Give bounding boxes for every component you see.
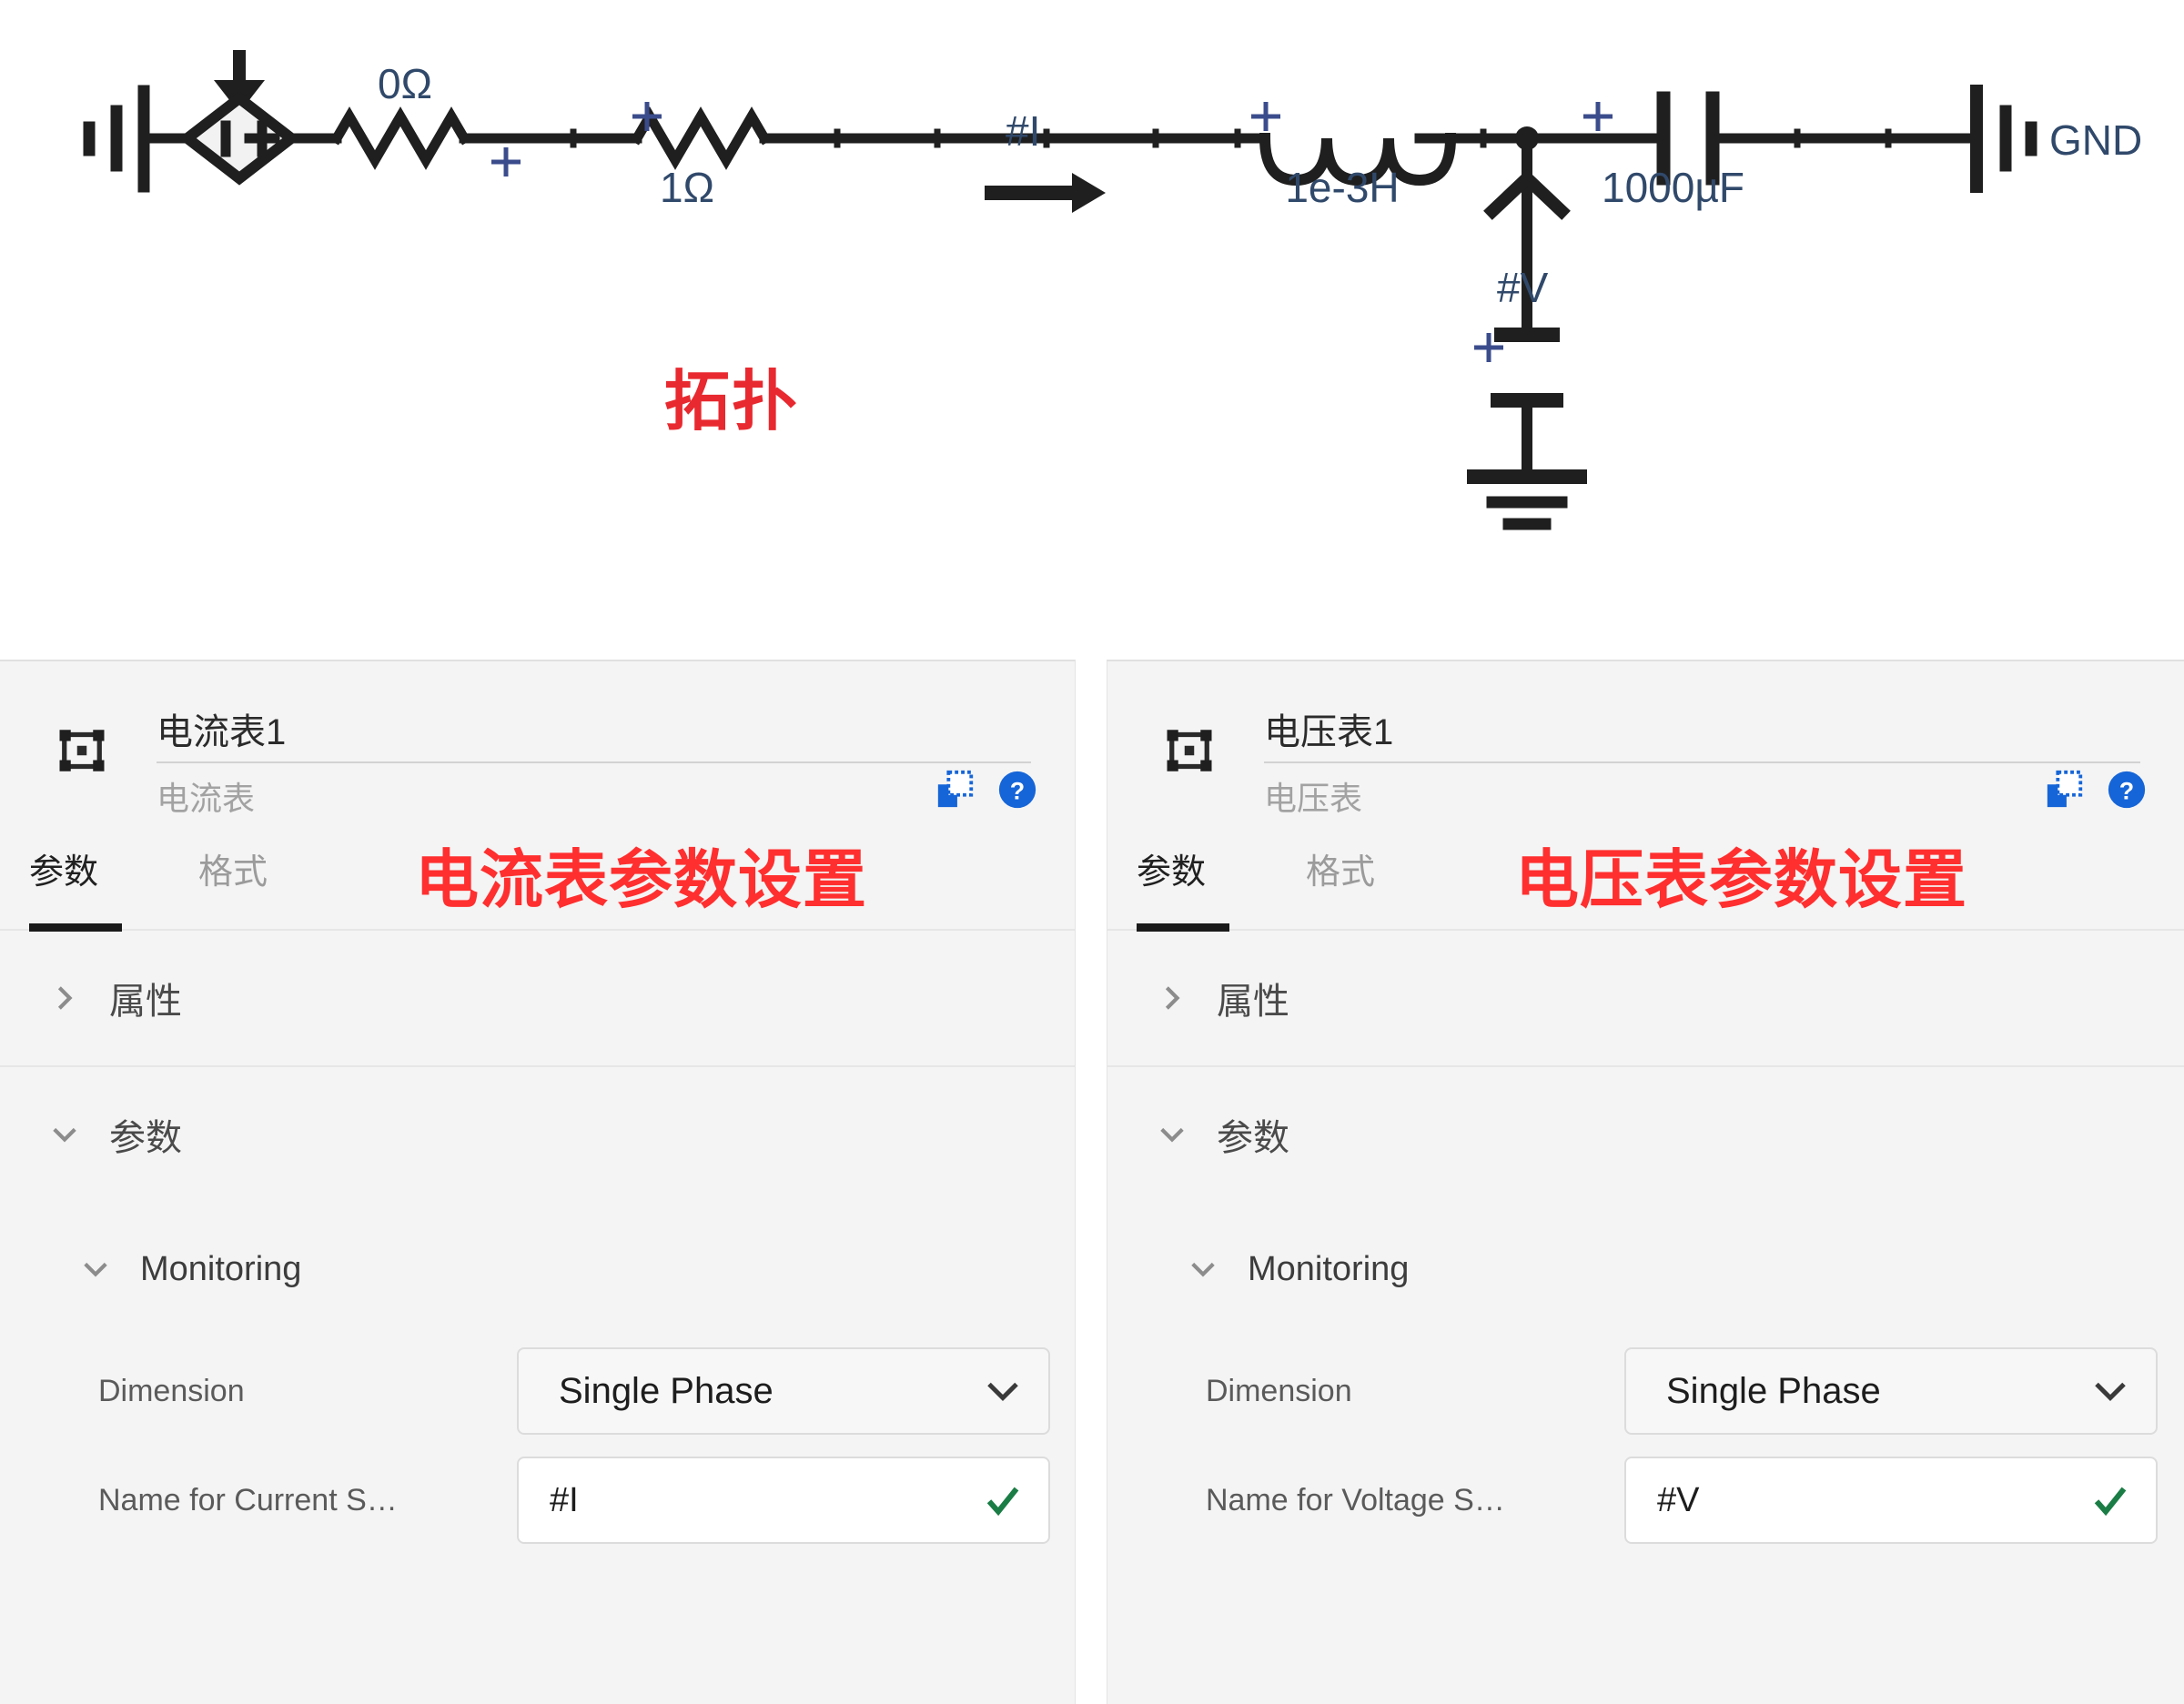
svg-text:?: ? xyxy=(2119,778,2134,805)
label-voltage-probe: #V xyxy=(1497,264,1549,311)
dimension-select[interactable]: Single Phase xyxy=(1624,1347,2158,1435)
chevron-down-icon xyxy=(53,1127,76,1143)
panel-header: 电流表1 电流表 ? xyxy=(0,661,1075,823)
tab-parameters[interactable]: 参数 xyxy=(29,843,98,893)
check-icon xyxy=(986,1487,1019,1517)
subsection-monitoring[interactable]: Monitoring xyxy=(0,1202,1075,1336)
tab-format[interactable]: 格式 xyxy=(1306,843,1375,893)
field-dimension-label: Dimension xyxy=(98,1373,245,1408)
current-signal-name-value: #I xyxy=(550,1480,579,1519)
section-attributes[interactable]: 属性 xyxy=(0,931,1075,1067)
chevron-down-icon[interactable] xyxy=(985,1373,1021,1409)
title-underline xyxy=(157,761,1031,763)
section-attributes-label: 属性 xyxy=(1217,982,1289,1022)
subsection-monitoring-label: Monitoring xyxy=(1248,1249,1410,1288)
parameter-fields: Dimension Single Phase Name for Current … xyxy=(0,1336,1075,1591)
chevron-down-icon xyxy=(84,1262,107,1277)
section-parameters-label: 参数 xyxy=(109,1118,182,1158)
chevron-right-icon xyxy=(57,986,73,1010)
voltage-meter-properties-panel[interactable]: 电压表1 电压表 ? 参数 格式 电压表参数设置 属性 参数 Monitorin… xyxy=(1107,660,2184,1704)
help-icon[interactable]: ? xyxy=(2106,769,2148,811)
help-icon[interactable]: ? xyxy=(996,769,1038,811)
field-dimension: Dimension Single Phase xyxy=(1107,1336,2184,1446)
current-signal-name-input[interactable]: #I xyxy=(517,1457,1050,1544)
label-r0: 0Ω xyxy=(378,60,432,107)
field-voltage-signal-name: Name for Voltage S… #V xyxy=(1107,1446,2184,1555)
label-current-probe: #I xyxy=(1006,107,1040,155)
section-parameters[interactable]: 参数 xyxy=(1107,1067,2184,1202)
tab-format[interactable]: 格式 xyxy=(198,843,268,893)
section-attributes-label: 属性 xyxy=(109,982,182,1022)
component-title: 电压表1 xyxy=(1264,712,1394,752)
panel-tabs: 参数 格式 电流表参数设置 xyxy=(0,823,1075,932)
panel-annotation: 电压表参数设置 xyxy=(1515,844,1967,915)
check-icon xyxy=(2094,1487,2127,1517)
circuit-diagram: 0Ω 1Ω #I 1e-3H #V 1000µF GND xyxy=(83,50,2142,530)
field-current-signal-name-label: Name for Current S… xyxy=(98,1482,398,1517)
header-actions: ? xyxy=(2044,769,2148,811)
component-icon xyxy=(59,730,105,771)
component-name-field[interactable]: 电压表1 xyxy=(1264,709,2140,763)
voltage-signal-name-input[interactable]: #V xyxy=(1624,1457,2158,1544)
header-actions: ? xyxy=(935,769,1038,811)
label-ground-net: GND xyxy=(2049,116,2142,164)
chevron-right-icon xyxy=(1165,986,1180,1010)
panel-tabs: 参数 格式 电压表参数设置 xyxy=(1107,823,2184,932)
section-parameters-label: 参数 xyxy=(1217,1118,1289,1158)
dimension-value: Single Phase xyxy=(1666,1370,1881,1411)
label-capacitor: 1000µF xyxy=(1602,164,1744,211)
component-icon xyxy=(1167,730,1212,771)
current-meter-properties-panel[interactable]: 电流表1 电流表 ? 参数 格式 电流表参数设置 属性 参数 Monitorin… xyxy=(0,660,1076,1704)
field-dimension: Dimension Single Phase xyxy=(0,1336,1075,1446)
component-name-field[interactable]: 电流表1 xyxy=(157,709,1031,763)
duplicate-icon[interactable] xyxy=(935,769,976,811)
label-inductor: 1e-3H xyxy=(1285,164,1399,211)
title-underline xyxy=(1264,761,2140,763)
section-parameters[interactable]: 参数 xyxy=(0,1067,1075,1202)
panel-annotation: 电流表参数设置 xyxy=(415,844,867,915)
voltage-signal-name-value: #V xyxy=(1657,1480,1700,1519)
component-subtitle: 电流表 xyxy=(157,780,256,817)
field-current-signal-name: Name for Current S… #I xyxy=(0,1446,1075,1555)
section-attributes[interactable]: 属性 xyxy=(1107,931,2184,1067)
field-voltage-signal-name-label: Name for Voltage S… xyxy=(1206,1482,1505,1517)
chevron-down-icon xyxy=(1191,1262,1215,1277)
dimension-value: Single Phase xyxy=(559,1370,774,1411)
schematic-canvas[interactable]: 0Ω 1Ω #I 1e-3H #V 1000µF GND 拓扑 xyxy=(0,0,2184,660)
svg-text:?: ? xyxy=(1010,778,1025,805)
field-dimension-label: Dimension xyxy=(1206,1373,1352,1408)
tab-parameters[interactable]: 参数 xyxy=(1137,843,1206,893)
label-r1: 1Ω xyxy=(660,164,714,211)
component-title: 电流表1 xyxy=(157,712,287,752)
dimension-select[interactable]: Single Phase xyxy=(517,1347,1050,1435)
subsection-monitoring[interactable]: Monitoring xyxy=(1107,1202,2184,1336)
chevron-down-icon xyxy=(1160,1127,1184,1143)
component-subtitle: 电压表 xyxy=(1264,780,1363,817)
chevron-down-icon[interactable] xyxy=(2092,1373,2128,1409)
topology-annotation: 拓扑 xyxy=(664,366,800,439)
subsection-monitoring-label: Monitoring xyxy=(140,1249,302,1288)
duplicate-icon[interactable] xyxy=(2044,769,2086,811)
panel-header: 电压表1 电压表 ? xyxy=(1107,661,2184,823)
parameter-fields: Dimension Single Phase Name for Voltage … xyxy=(1107,1336,2184,1591)
